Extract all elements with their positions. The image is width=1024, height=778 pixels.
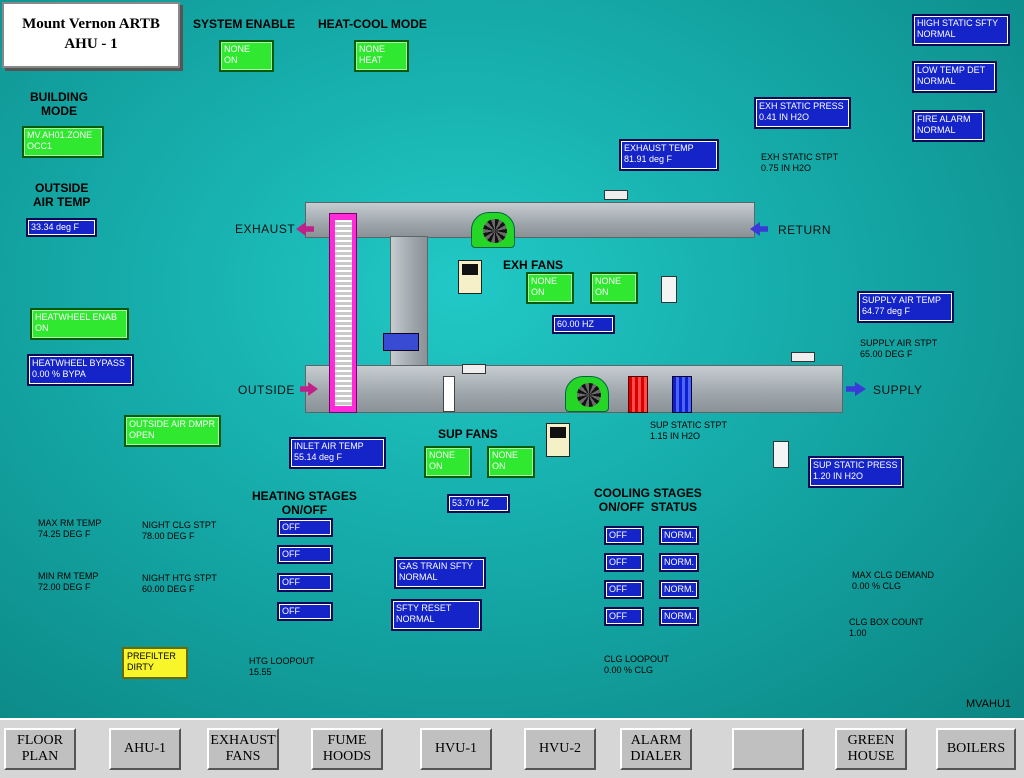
system-enable-header: SYSTEM ENABLE bbox=[193, 17, 296, 31]
supply-air-setpoint: SUPPLY AIR STPT 65.00 DEG F bbox=[860, 338, 938, 359]
high-static-safety-status[interactable]: HIGH STATIC SFTY NORMAL bbox=[912, 14, 1010, 46]
site-title: Mount Vernon ARTB bbox=[22, 16, 160, 32]
filter-icon bbox=[443, 376, 455, 412]
screen-id: MVAHU1 bbox=[966, 698, 1012, 710]
outside-air-temp-header: OUTSIDE AIR TEMP bbox=[33, 181, 91, 209]
outside-label: OUTSIDE bbox=[238, 383, 295, 397]
night-cooling-setpoint: NIGHT CLG STPT 78.00 DEG F bbox=[142, 520, 217, 541]
supply-vfd-icon bbox=[546, 423, 570, 457]
cooling-stage-1-status[interactable]: NORM. bbox=[659, 526, 699, 545]
fire-alarm-status[interactable]: FIRE ALARM NORMAL bbox=[912, 110, 985, 142]
supply-arrow-icon bbox=[846, 382, 866, 396]
nav-alarm-dialer-button[interactable]: ALARM DIALER bbox=[620, 728, 692, 770]
exhaust-temp-sensor-icon bbox=[604, 190, 628, 200]
heat-cool-mode-header: HEAT-COOL MODE bbox=[318, 17, 427, 31]
low-temp-detector-status[interactable]: LOW TEMP DET NORMAL bbox=[912, 61, 997, 93]
outside-air-damper-status[interactable]: OUTSIDE AIR DMPR OPEN bbox=[124, 415, 221, 447]
night-heating-setpoint: NIGHT HTG STPT 60.00 DEG F bbox=[142, 573, 217, 594]
nav-floor-plan-button[interactable]: FLOOR PLAN bbox=[4, 728, 76, 770]
supply-static-setpoint: SUP STATIC STPT 1.15 IN H2O bbox=[650, 420, 728, 441]
ahu-graphic-screen: Mount Vernon ARTB AHU - 1 SYSTEM ENABLE … bbox=[0, 0, 1024, 718]
cooling-coil-icon bbox=[672, 376, 692, 413]
max-room-temp: MAX RM TEMP 74.25 DEG F bbox=[38, 518, 102, 539]
supply-fan-speed[interactable]: 53.70 HZ bbox=[447, 494, 510, 513]
heating-stage-4[interactable]: OFF bbox=[277, 602, 333, 621]
heatwheel-icon bbox=[329, 213, 357, 413]
nav-hvu-2-button[interactable]: HVU-2 bbox=[524, 728, 596, 770]
inlet-temp-sensor-icon bbox=[462, 364, 486, 374]
heatwheel-enab-status[interactable]: HEATWHEEL ENAB ON bbox=[30, 308, 129, 340]
supply-air-temp-value[interactable]: SUPPLY AIR TEMP 64.77 deg F bbox=[857, 291, 954, 323]
max-cooling-demand: MAX CLG DEMAND 0.00 % CLG bbox=[852, 570, 935, 591]
exhaust-fans-header: EXH FANS bbox=[503, 258, 564, 272]
exhaust-label: EXHAUST bbox=[235, 222, 296, 236]
nav-blank-button[interactable] bbox=[732, 728, 804, 770]
heating-stage-1[interactable]: OFF bbox=[277, 518, 333, 537]
min-room-temp: MIN RM TEMP 72.00 DEG F bbox=[38, 571, 99, 592]
cooling-stage-4-status[interactable]: NORM. bbox=[659, 607, 699, 626]
return-duct bbox=[305, 202, 755, 238]
exhaust-fan-speed[interactable]: 60.00 HZ bbox=[552, 315, 615, 334]
exhaust-static-setpoint: EXH STATIC STPT 0.75 IN H2O bbox=[761, 152, 839, 173]
supply-static-sensor-icon bbox=[773, 441, 789, 468]
heating-stage-2[interactable]: OFF bbox=[277, 545, 333, 564]
nav-exhaust-fans-button[interactable]: EXHAUST FANS bbox=[207, 728, 279, 770]
heating-stage-3[interactable]: OFF bbox=[277, 573, 333, 592]
building-mode-status[interactable]: MV.AH01.ZONE OCC1 bbox=[22, 126, 104, 158]
navigation-bar: FLOOR PLAN AHU-1 EXHAUST FANS FUME HOODS… bbox=[0, 718, 1024, 778]
heating-coil-icon bbox=[628, 376, 648, 413]
heatwheel-bypass-value[interactable]: HEATWHEEL BYPASS 0.00 % BYPA bbox=[27, 354, 134, 386]
outside-air-temp-value[interactable]: 33.34 deg F bbox=[26, 218, 97, 237]
supply-label: SUPPLY bbox=[873, 383, 923, 397]
supply-fan-2-status[interactable]: NONE ON bbox=[487, 446, 535, 478]
nav-ahu-1-button[interactable]: AHU-1 bbox=[109, 728, 181, 770]
cooling-box-count: CLG BOX COUNT 1.00 bbox=[849, 617, 924, 638]
nav-boilers-button[interactable]: BOILERS bbox=[936, 728, 1016, 770]
inlet-air-temp-value[interactable]: INLET AIR TEMP 55.14 deg F bbox=[289, 437, 386, 469]
system-enable-status[interactable]: NONE ON bbox=[219, 40, 274, 72]
exhaust-fan-icon bbox=[471, 212, 515, 248]
unit-title: AHU - 1 bbox=[64, 36, 118, 52]
cooling-stage-2-status[interactable]: NORM. bbox=[659, 553, 699, 572]
heat-cool-mode-status[interactable]: NONE HEAT bbox=[354, 40, 409, 72]
cooling-stage-3[interactable]: OFF bbox=[604, 580, 644, 599]
exhaust-static-press-value[interactable]: EXH STATIC PRESS 0.41 IN H2O bbox=[754, 97, 851, 129]
supply-static-press-value[interactable]: SUP STATIC PRESS 1.20 IN H2O bbox=[808, 456, 904, 488]
cooling-stages-header: COOLING STAGES ON/OFF STATUS bbox=[594, 486, 702, 514]
supply-fans-header: SUP FANS bbox=[438, 427, 498, 441]
exhaust-temp-value[interactable]: EXHAUST TEMP 81.91 deg F bbox=[619, 139, 719, 171]
exhaust-fan-2-status[interactable]: NONE ON bbox=[590, 272, 638, 304]
gas-train-safety-status[interactable]: GAS TRAIN SFTY NORMAL bbox=[394, 557, 486, 589]
cooling-stage-3-status[interactable]: NORM. bbox=[659, 580, 699, 599]
cooling-stage-1[interactable]: OFF bbox=[604, 526, 644, 545]
exhaust-vfd-icon bbox=[458, 260, 482, 294]
title-panel: Mount Vernon ARTB AHU - 1 bbox=[2, 2, 180, 68]
building-mode-header: BUILDING MODE bbox=[30, 90, 88, 118]
prefilter-alarm[interactable]: PREFILTER DIRTY bbox=[122, 647, 188, 679]
heating-stages-header: HEATING STAGES ON/OFF bbox=[252, 489, 357, 517]
nav-green-house-button[interactable]: GREEN HOUSE bbox=[835, 728, 907, 770]
exhaust-fan-1-status[interactable]: NONE ON bbox=[526, 272, 574, 304]
cooling-stage-2[interactable]: OFF bbox=[604, 553, 644, 572]
bypass-damper-icon bbox=[383, 333, 419, 351]
heating-loopout: HTG LOOPOUT 15.55 bbox=[249, 656, 315, 677]
nav-fume-hoods-button[interactable]: FUME HOODS bbox=[311, 728, 383, 770]
cooling-stage-4[interactable]: OFF bbox=[604, 607, 644, 626]
supply-fan-icon bbox=[565, 376, 609, 412]
return-label: RETURN bbox=[778, 223, 831, 237]
exhaust-static-sensor-icon bbox=[661, 276, 677, 303]
supply-fan-1-status[interactable]: NONE ON bbox=[424, 446, 472, 478]
cooling-loopout: CLG LOOPOUT 0.00 % CLG bbox=[604, 654, 670, 675]
nav-hvu-1-button[interactable]: HVU-1 bbox=[420, 728, 492, 770]
safety-reset-status[interactable]: SFTY RESET NORMAL bbox=[391, 599, 482, 631]
supply-temp-sensor-icon bbox=[791, 352, 815, 362]
